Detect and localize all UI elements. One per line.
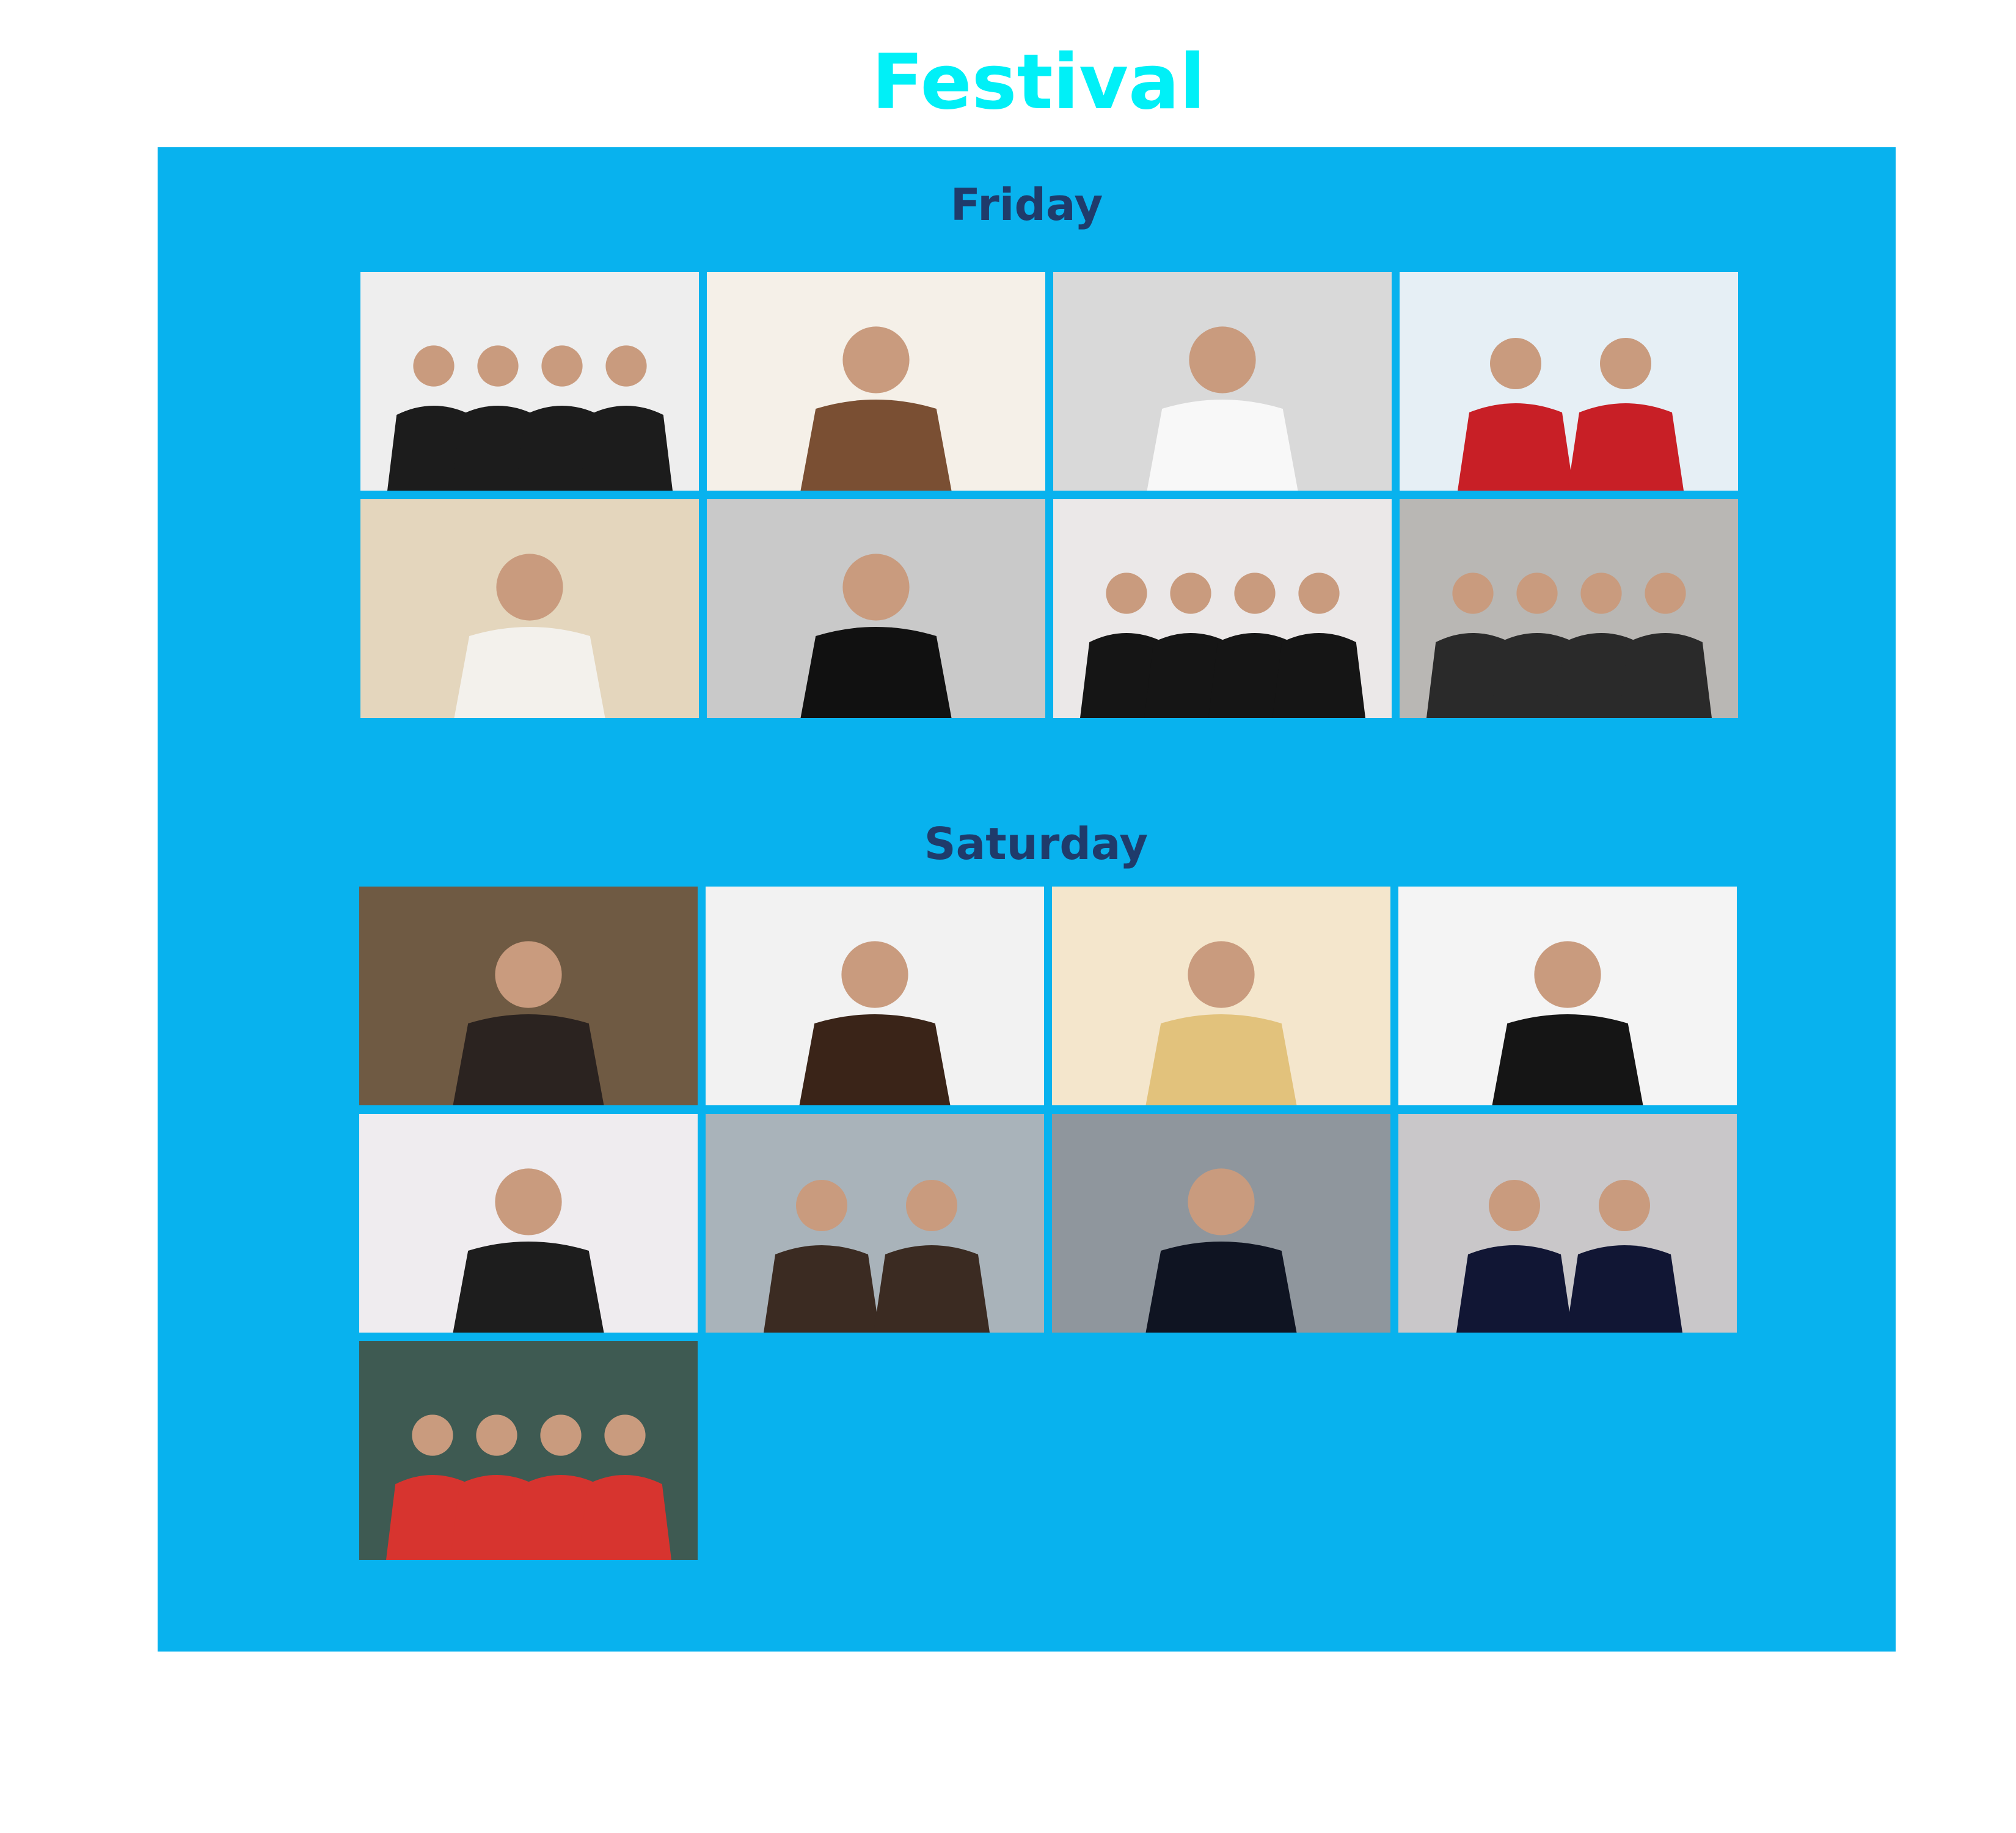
artist-photo-tile[interactable]: [1053, 272, 1392, 491]
artist-photo-icon: [1053, 272, 1392, 491]
duo-photo-icon: [1398, 1114, 1737, 1333]
lineup-panel: Friday Saturday: [158, 147, 1896, 1652]
artist-photo-icon: [1052, 1114, 1390, 1333]
artist-photo-icon: [359, 1114, 698, 1333]
artist-photo-tile[interactable]: [1052, 1114, 1390, 1333]
artist-photo-tile[interactable]: [707, 272, 1045, 491]
artist-photo-icon: [1398, 887, 1737, 1105]
band-photo-icon: [1053, 499, 1392, 718]
artist-photo-tile[interactable]: [1400, 499, 1738, 718]
saturday-photo-grid: [359, 887, 1739, 1565]
day-heading-friday: Friday: [950, 179, 1103, 230]
artist-photo-tile[interactable]: [359, 1341, 698, 1560]
artist-photo-tile[interactable]: [360, 499, 699, 718]
artist-photo-tile[interactable]: [360, 272, 699, 491]
artist-photo-tile[interactable]: [359, 1114, 698, 1333]
day-heading-saturday: Saturday: [924, 818, 1149, 869]
friday-photo-grid: [360, 272, 1742, 723]
duo-photo-icon: [1400, 272, 1738, 491]
artist-photo-icon: [360, 499, 699, 718]
artist-photo-tile[interactable]: [1052, 887, 1390, 1105]
artist-photo-icon: [359, 887, 698, 1105]
artist-photo-tile[interactable]: [706, 1114, 1044, 1333]
artist-photo-icon: [707, 499, 1045, 718]
duo-photo-icon: [706, 1114, 1044, 1333]
artist-photo-tile[interactable]: [359, 887, 698, 1105]
band-photo-icon: [1400, 499, 1738, 718]
band-photo-icon: [359, 1341, 698, 1560]
artist-photo-tile[interactable]: [1400, 272, 1738, 491]
artist-photo-tile[interactable]: [707, 499, 1045, 718]
artist-photo-icon: [1052, 887, 1390, 1105]
artist-photo-icon: [706, 887, 1044, 1105]
artist-photo-icon: [707, 272, 1045, 491]
artist-photo-tile[interactable]: [706, 887, 1044, 1105]
artist-photo-tile[interactable]: [1398, 887, 1737, 1105]
artist-photo-tile[interactable]: [1398, 1114, 1737, 1333]
page-title: Festival: [871, 38, 1206, 126]
artist-photo-tile[interactable]: [1053, 499, 1392, 718]
band-photo-icon: [360, 272, 699, 491]
